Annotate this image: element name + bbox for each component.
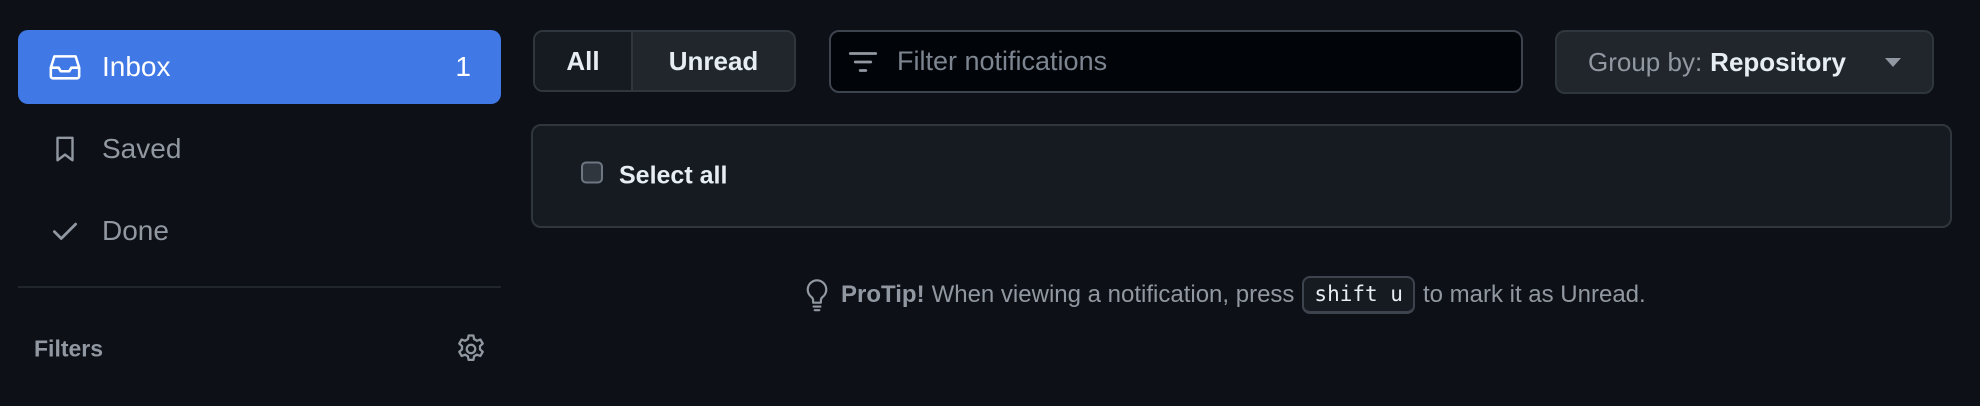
filter-icon xyxy=(845,44,881,80)
inbox-icon xyxy=(48,50,82,84)
read-state-toggle: All Unread xyxy=(533,30,796,92)
select-all-label: Select all xyxy=(619,161,728,190)
notifications-page: Inbox 1 Saved Done Filters All Unread Fi… xyxy=(0,0,1980,406)
protip-text-before: When viewing a notification, press xyxy=(931,281,1295,308)
shortcut-key: shift u xyxy=(1302,276,1415,314)
filter-notifications-input[interactable] xyxy=(895,31,1521,92)
protip-text-after: to mark it as Unread. xyxy=(1422,281,1646,308)
inbox-count-badge: 1 xyxy=(455,51,471,82)
select-all-checkbox[interactable] xyxy=(581,161,603,183)
tab-all[interactable]: All xyxy=(535,32,633,90)
light-bulb-icon xyxy=(803,278,831,312)
sidebar-item-saved[interactable]: Saved xyxy=(18,112,501,186)
sidebar-item-label: Saved xyxy=(102,133,182,164)
filter-box xyxy=(829,30,1523,93)
tab-unread[interactable]: Unread xyxy=(633,32,794,90)
group-by-prefix: Group by: xyxy=(1588,46,1703,77)
select-all[interactable]: Select all xyxy=(581,161,728,191)
sidebar-item-label: Done xyxy=(102,215,169,246)
sidebar-divider xyxy=(18,286,501,288)
protip-label: ProTip! xyxy=(841,281,925,308)
group-by-button[interactable]: Group by: Repository xyxy=(1555,30,1934,94)
protip: ProTip! When viewing a notification, pre… xyxy=(803,276,1646,314)
sidebar-item-done[interactable]: Done xyxy=(18,194,501,268)
group-by-value: Repository xyxy=(1710,46,1846,77)
bookmark-icon xyxy=(48,132,82,166)
sidebar: Inbox 1 Saved Done Filters xyxy=(18,30,501,384)
check-icon xyxy=(48,214,82,248)
filters-header: Filters xyxy=(18,314,501,384)
filters-label: Filters xyxy=(34,335,104,362)
gear-icon[interactable] xyxy=(453,331,489,367)
triangle-down-icon xyxy=(1884,56,1902,68)
sidebar-item-inbox[interactable]: Inbox 1 xyxy=(18,30,501,104)
notification-list: Select all xyxy=(531,124,1952,228)
sidebar-item-label: Inbox xyxy=(102,51,171,82)
